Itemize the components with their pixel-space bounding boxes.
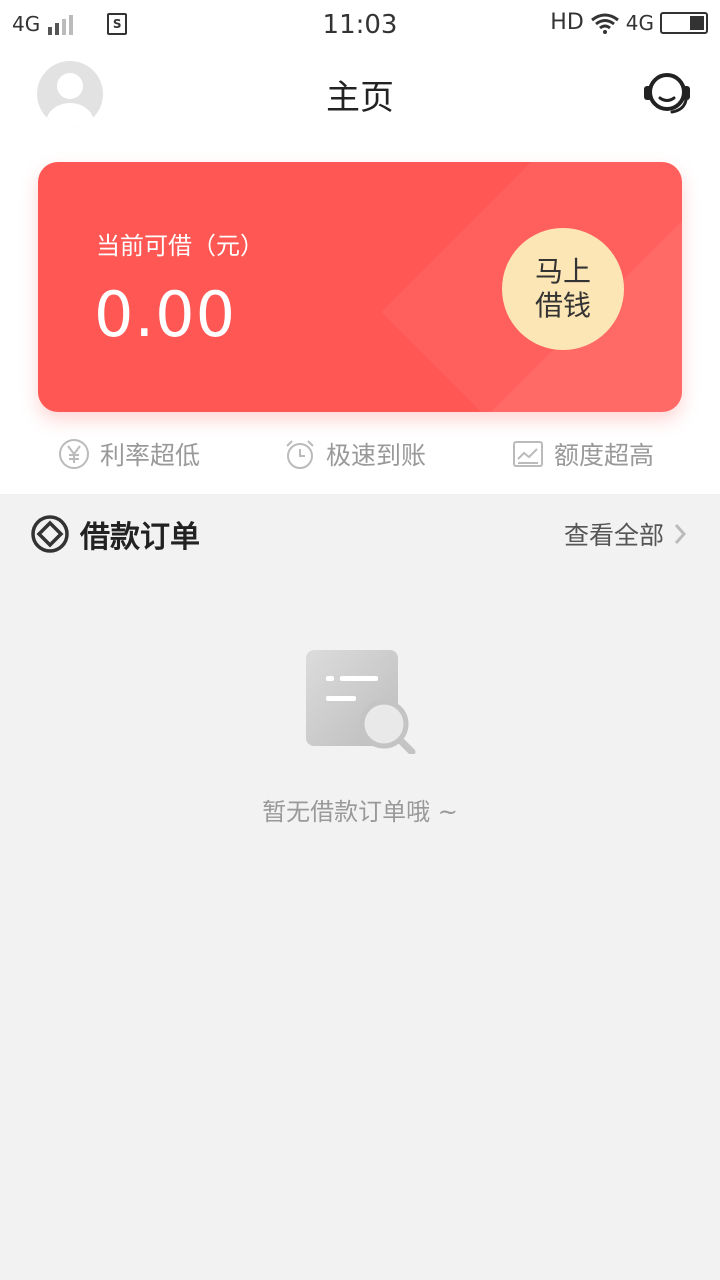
feature-fast-payout: 极速到账: [284, 436, 426, 472]
wifi-icon: [590, 13, 619, 34]
headset-icon: [644, 73, 690, 114]
feature-label: 利率超低: [100, 441, 201, 470]
view-all-label: 查看全部: [563, 521, 664, 550]
feature-label: 极速到账: [326, 441, 427, 470]
hd-indicator: HD: [550, 10, 584, 35]
chart-icon: [512, 438, 544, 470]
borrow-button-line2: 借钱: [534, 289, 591, 322]
network-type-right: 4G: [625, 10, 654, 35]
alarm-clock-icon: [284, 438, 316, 470]
borrow-button-line1: 马上: [534, 255, 591, 288]
available-credit-amount: 0.00: [94, 278, 237, 351]
view-all-link[interactable]: 查看全部: [564, 516, 688, 552]
feature-low-rate: 利率超低: [58, 436, 200, 472]
borrow-now-button[interactable]: 马上 借钱: [502, 228, 624, 350]
customer-service-button[interactable]: [640, 68, 694, 118]
orders-title: 借款订单: [80, 520, 200, 555]
empty-orders-illustration: [304, 648, 416, 756]
empty-orders-text: 暂无借款订单哦 ~: [262, 798, 458, 826]
battery-icon: [660, 11, 708, 34]
status-right: HD 4G: [550, 10, 708, 35]
feature-label: 额度超高: [554, 441, 655, 470]
orders-header: 借款订单 查看全部: [0, 494, 720, 574]
feature-strip: 利率超低 极速到账 额度超高: [0, 436, 720, 480]
status-bar: 4G S 11:03 HD 4G: [0, 0, 720, 50]
available-credit-label: 当前可借（元）: [96, 232, 264, 260]
chevron-right-icon: [674, 524, 687, 544]
diamond-circle-icon: [30, 514, 70, 554]
feature-high-limit: 额度超高: [512, 436, 654, 472]
page-title: 主页: [326, 78, 394, 118]
loan-card: 当前可借（元） 0.00 马上 借钱: [38, 162, 682, 412]
yuan-icon: [58, 438, 90, 470]
